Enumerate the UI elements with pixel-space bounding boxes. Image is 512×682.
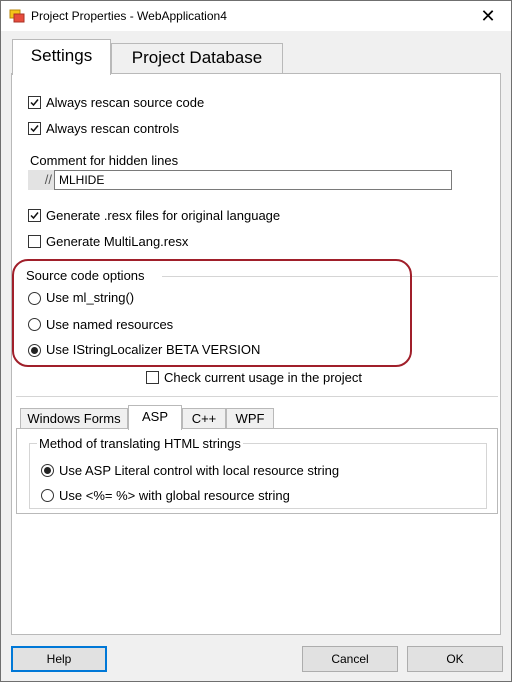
tab-cpp-label: C++: [191, 411, 217, 426]
tab-project-database-label: Project Database: [131, 48, 263, 67]
always-rescan-source-label: Always rescan source code: [46, 95, 205, 110]
ok-button-label: OK: [446, 652, 464, 666]
tab-asp[interactable]: ASP: [128, 405, 182, 430]
tab-windows-forms-label: Windows Forms: [27, 411, 121, 426]
generate-multilang-checkbox[interactable]: [28, 235, 41, 248]
tab-windows-forms[interactable]: Windows Forms: [20, 408, 128, 429]
section-divider: [16, 396, 498, 397]
comment-hidden-lines-label: Comment for hidden lines: [30, 153, 179, 168]
always-rescan-controls-label: Always rescan controls: [46, 121, 179, 136]
tab-cpp[interactable]: C++: [182, 408, 226, 429]
always-rescan-controls-checkbox[interactable]: [28, 122, 41, 135]
help-button[interactable]: Help: [11, 646, 107, 672]
tab-settings-label: Settings: [30, 46, 93, 65]
app-icon: [9, 8, 25, 24]
radio-asp-literal-control[interactable]: [41, 464, 54, 477]
generate-resx-label: Generate .resx files for original langua…: [46, 208, 281, 223]
title-bar: Project Properties - WebApplication4 ✕: [1, 1, 511, 31]
project-properties-dialog: Project Properties - WebApplication4 ✕ S…: [0, 0, 512, 682]
generate-resx-checkbox[interactable]: [28, 209, 41, 222]
tab-settings[interactable]: Settings: [12, 39, 111, 75]
source-code-options-highlight: [12, 259, 412, 367]
check-current-usage-checkbox[interactable]: [146, 371, 159, 384]
cancel-button[interactable]: Cancel: [302, 646, 398, 672]
ok-button[interactable]: OK: [407, 646, 503, 672]
check-current-usage-label: Check current usage in the project: [164, 370, 362, 385]
generate-multilang-label: Generate MultiLang.resx: [46, 234, 189, 249]
asp-panel: Method of translating HTML strings Use A…: [16, 428, 498, 514]
tab-project-database[interactable]: Project Database: [111, 43, 283, 74]
html-strings-group-label: Method of translating HTML strings: [37, 436, 243, 451]
settings-panel: Always rescan source code Always rescan …: [11, 73, 501, 635]
close-icon[interactable]: ✕: [465, 1, 511, 31]
comment-prefix-text: //: [44, 172, 52, 187]
tab-wpf[interactable]: WPF: [226, 408, 274, 429]
radio-asp-literal-control-label: Use ASP Literal control with local resou…: [59, 463, 340, 478]
cancel-button-label: Cancel: [331, 652, 369, 666]
comment-hidden-lines-value: MLHIDE: [59, 173, 105, 187]
help-button-label: Help: [46, 652, 72, 666]
window-title: Project Properties - WebApplication4: [31, 9, 227, 23]
always-rescan-source-checkbox[interactable]: [28, 96, 41, 109]
radio-global-resource-string-label: Use <%= %> with global resource string: [59, 488, 290, 503]
comment-prefix: //: [28, 170, 54, 190]
comment-hidden-lines-input[interactable]: MLHIDE: [54, 170, 452, 190]
radio-global-resource-string[interactable]: [41, 489, 54, 502]
tab-asp-label: ASP: [141, 409, 168, 424]
tab-wpf-label: WPF: [235, 411, 265, 426]
